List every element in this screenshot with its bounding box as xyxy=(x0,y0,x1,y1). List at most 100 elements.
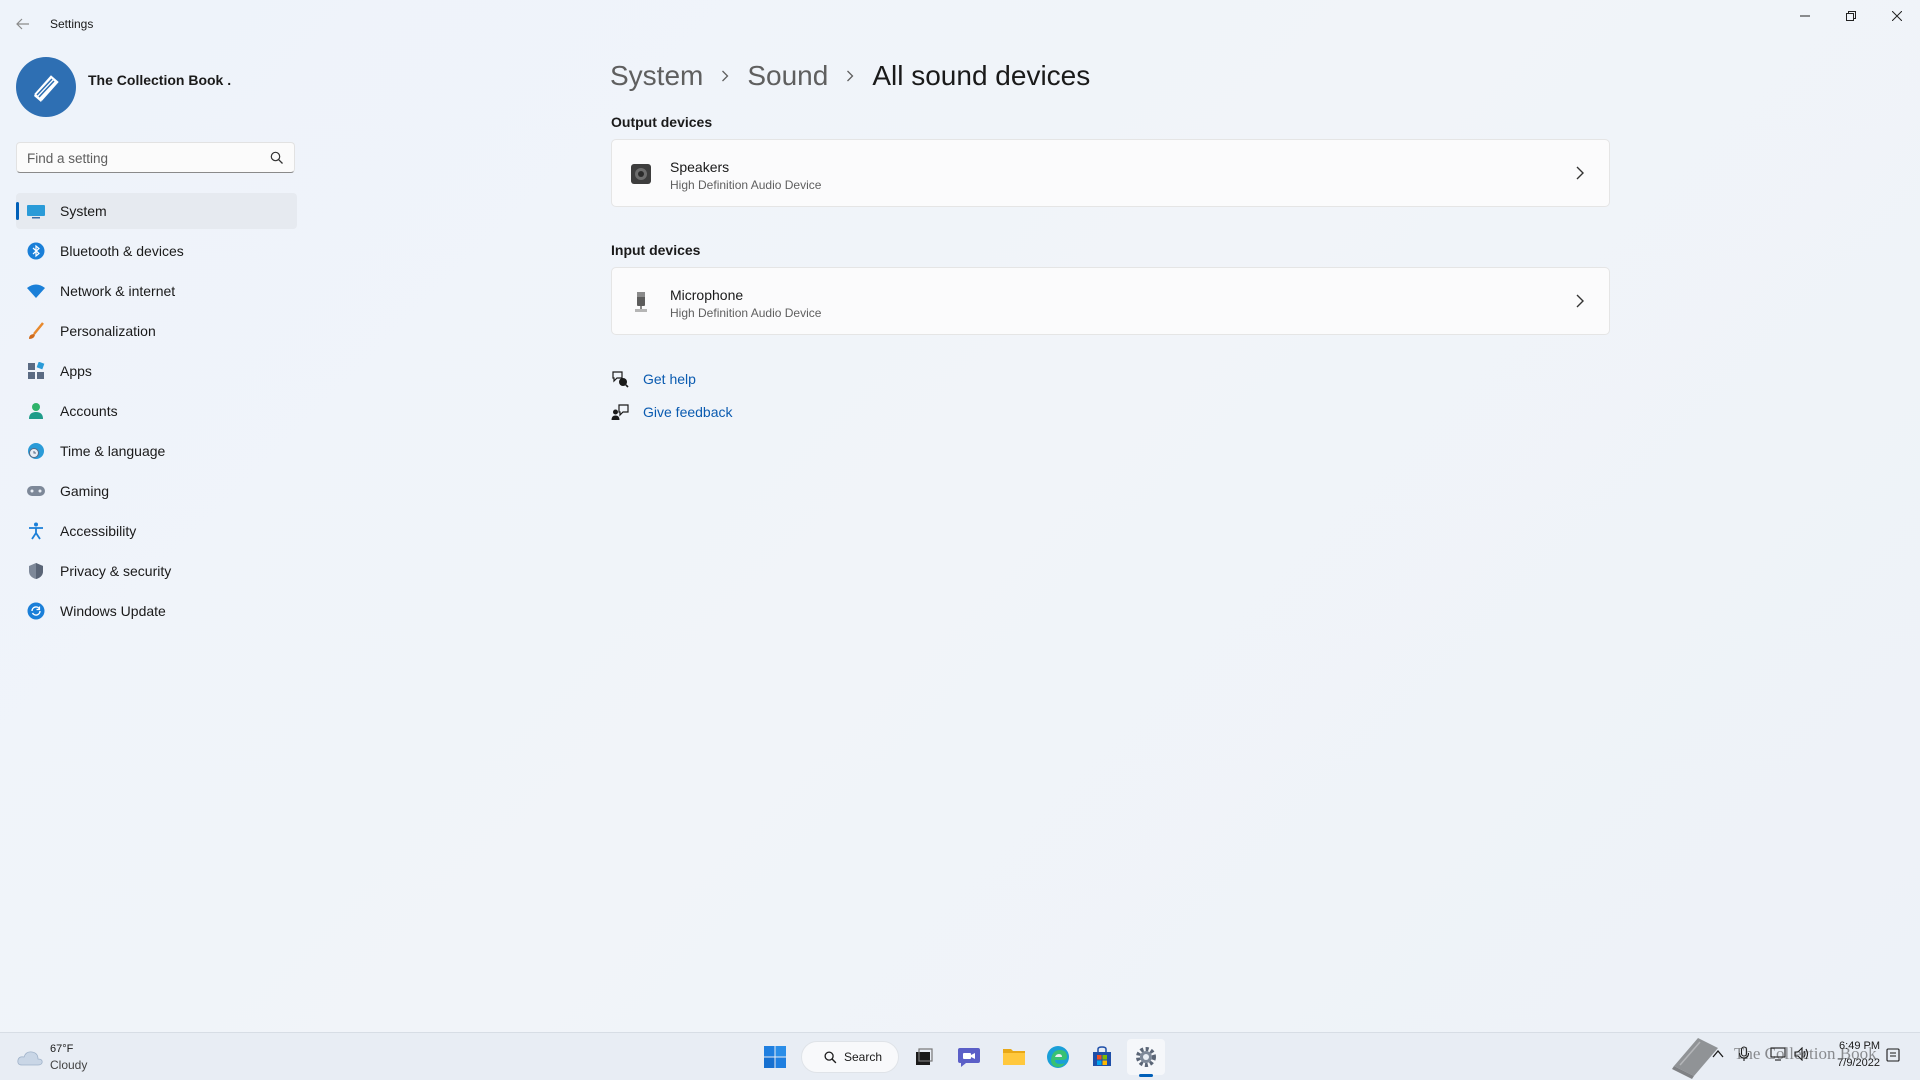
volume-tray-icon[interactable] xyxy=(1794,1046,1810,1062)
restore-icon xyxy=(1846,11,1856,21)
chevron-right-icon xyxy=(1576,294,1584,308)
get-help-link[interactable]: Get help xyxy=(610,368,696,390)
sidebar-item-label: Gaming xyxy=(60,483,110,499)
edge-button[interactable] xyxy=(1039,1039,1077,1075)
restore-button[interactable] xyxy=(1828,0,1874,32)
settings-icon xyxy=(1136,1047,1156,1067)
task-view-icon xyxy=(916,1048,933,1065)
apps-icon xyxy=(26,361,46,381)
update-icon xyxy=(26,601,46,621)
network-tray-icon[interactable] xyxy=(1770,1046,1786,1062)
search-icon xyxy=(824,1050,837,1063)
link-label[interactable]: Get help xyxy=(643,371,696,387)
close-button[interactable] xyxy=(1874,0,1920,32)
sidebar-item-label: Windows Update xyxy=(60,603,166,619)
minimize-icon xyxy=(1800,15,1810,17)
title-bar: Settings xyxy=(0,0,1920,48)
sidebar-item-label: System xyxy=(60,203,107,219)
minimize-button[interactable] xyxy=(1782,0,1828,32)
sidebar-item-privacy[interactable]: Privacy & security xyxy=(16,553,297,589)
search-box[interactable] xyxy=(16,142,295,173)
brush-icon xyxy=(26,321,46,341)
microphone-tray-icon[interactable] xyxy=(1736,1046,1752,1062)
taskbar: 67°F Cloudy Search xyxy=(0,1032,1920,1080)
feedback-icon xyxy=(610,402,630,422)
active-app-indicator xyxy=(1139,1074,1153,1077)
speaker-icon xyxy=(629,162,653,186)
microphone-icon xyxy=(629,290,653,314)
file-explorer-icon xyxy=(1003,1049,1025,1065)
sidebar-item-time-language[interactable]: Time & language xyxy=(16,433,297,469)
start-icon xyxy=(764,1046,786,1068)
sidebar-item-label: Network & internet xyxy=(60,283,176,299)
sidebar-item-label: Accounts xyxy=(60,403,118,419)
store-icon xyxy=(1093,1046,1111,1066)
edge-icon xyxy=(1047,1046,1069,1068)
cloud-icon xyxy=(17,1051,43,1066)
file-explorer-button[interactable] xyxy=(995,1039,1033,1075)
tray-time[interactable]: 6:49 PM xyxy=(1822,1040,1880,1052)
sidebar-item-personalization[interactable]: Personalization xyxy=(16,313,297,349)
input-devices-heading: Input devices xyxy=(611,242,701,258)
link-label[interactable]: Give feedback xyxy=(643,404,733,420)
weather-widget[interactable]: 67°F Cloudy xyxy=(16,1041,106,1075)
settings-window: Settings The Collection Book . Syst xyxy=(0,0,1920,1032)
sidebar-item-network[interactable]: Network & internet xyxy=(16,273,297,309)
microphone-device-card[interactable]: Microphone High Definition Audio Device xyxy=(611,267,1610,335)
tray-date[interactable]: 7/9/2022 xyxy=(1822,1057,1880,1069)
start-button[interactable] xyxy=(756,1039,794,1075)
device-description: High Definition Audio Device xyxy=(670,306,822,320)
sidebar-item-apps[interactable]: Apps xyxy=(16,353,297,389)
chevron-up-icon[interactable] xyxy=(1710,1046,1726,1062)
notification-icon[interactable] xyxy=(1886,1048,1900,1062)
breadcrumb-system[interactable]: System xyxy=(610,60,703,92)
sidebar-item-gaming[interactable]: Gaming xyxy=(16,473,297,509)
sidebar-item-label: Personalization xyxy=(60,323,156,339)
sidebar-item-bluetooth[interactable]: Bluetooth & devices xyxy=(16,233,297,269)
sidebar-item-accounts[interactable]: Accounts xyxy=(16,393,297,429)
chevron-right-icon xyxy=(1576,166,1584,180)
shield-icon xyxy=(26,561,46,581)
sidebar-item-label: Accessibility xyxy=(60,523,137,539)
wifi-icon xyxy=(26,281,46,301)
speakers-device-card[interactable]: Speakers High Definition Audio Device xyxy=(611,139,1610,207)
device-name: Microphone xyxy=(670,287,744,303)
system-icon xyxy=(26,201,46,221)
account-icon xyxy=(26,401,46,421)
taskbar-search-label: Search xyxy=(844,1050,883,1064)
close-icon xyxy=(1892,11,1902,21)
weather-temp: 67°F xyxy=(50,1043,74,1055)
taskbar-search[interactable]: Search xyxy=(801,1041,899,1073)
gamepad-icon xyxy=(26,481,46,501)
search-input[interactable] xyxy=(27,149,257,167)
back-arrow-icon xyxy=(16,18,29,30)
device-description: High Definition Audio Device xyxy=(670,178,822,192)
back-button[interactable] xyxy=(10,12,36,36)
avatar[interactable] xyxy=(16,57,76,117)
breadcrumb-sound[interactable]: Sound xyxy=(747,60,828,92)
chat-button[interactable] xyxy=(950,1039,988,1075)
give-feedback-link[interactable]: Give feedback xyxy=(610,401,733,423)
settings-taskbar-button[interactable] xyxy=(1127,1039,1165,1075)
sidebar-item-system[interactable]: System xyxy=(16,193,297,229)
search-icon[interactable] xyxy=(270,151,284,165)
sidebar-item-label: Apps xyxy=(60,363,92,379)
sidebar-item-accessibility[interactable]: Accessibility xyxy=(16,513,297,549)
app-title: Settings xyxy=(50,17,94,31)
chevron-right-icon xyxy=(846,66,854,87)
sidebar-item-label: Time & language xyxy=(60,443,166,459)
page-title: All sound devices xyxy=(872,60,1091,91)
accessibility-icon xyxy=(26,521,46,541)
sidebar-nav: System Bluetooth & devices Network & int… xyxy=(16,193,297,633)
device-name: Speakers xyxy=(670,159,730,175)
profile-name: The Collection Book . xyxy=(88,72,232,88)
book-logo-icon xyxy=(34,75,59,102)
bluetooth-icon xyxy=(26,241,46,261)
globe-clock-icon xyxy=(26,441,46,461)
store-button[interactable] xyxy=(1083,1039,1121,1075)
help-icon xyxy=(610,369,630,389)
chevron-right-icon xyxy=(721,66,729,87)
sidebar-item-windows-update[interactable]: Windows Update xyxy=(16,593,297,629)
task-view-button[interactable] xyxy=(905,1039,943,1075)
output-devices-heading: Output devices xyxy=(611,114,713,130)
